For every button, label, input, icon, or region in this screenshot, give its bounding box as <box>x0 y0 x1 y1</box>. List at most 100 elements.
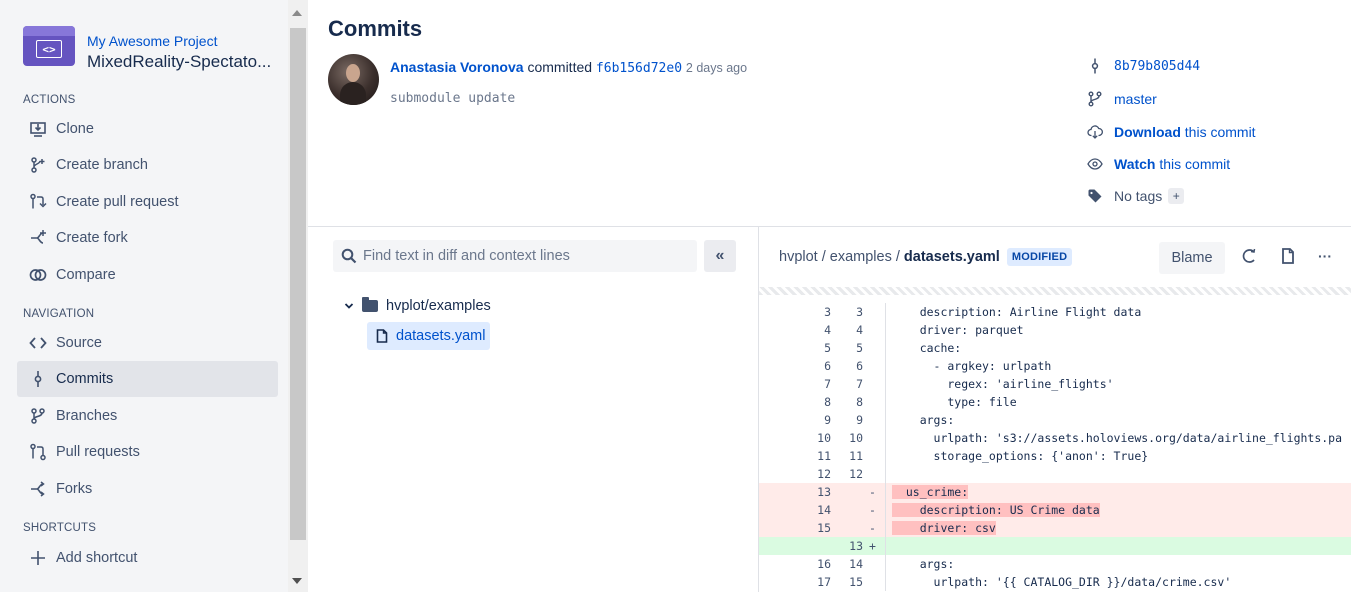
sidebar-item-create-branch[interactable]: Create branch <box>17 147 278 183</box>
old-line-number: 4 <box>824 323 831 337</box>
create-fork-icon <box>29 229 47 247</box>
repository-name[interactable]: MixedReality-Spectato... <box>87 51 271 73</box>
project-avatar[interactable]: <> <box>23 26 75 66</box>
file-name[interactable]: datasets.yaml <box>904 249 1000 265</box>
diff-hunk-separator <box>759 287 1351 295</box>
code-text: cache: <box>892 341 962 355</box>
parent-hash-link[interactable]: 8b79b805d44 <box>1114 59 1200 74</box>
diff-line[interactable]: 3 3 description: Airline Flight data <box>759 303 1351 321</box>
diff-line-code: args: <box>890 555 1351 573</box>
watch-link[interactable]: Watch <box>1114 156 1155 172</box>
tree-folder-label: hvplot/examples <box>386 298 491 314</box>
scroll-up-icon[interactable] <box>292 10 302 16</box>
new-line-number: 5 <box>856 341 863 355</box>
diff-line-removed[interactable]: 14 - description: US Crime data <box>759 501 1351 519</box>
commit-summary: Anastasia Voronova committed f6b156d72e0… <box>390 59 747 76</box>
sidebar-item-clone[interactable]: Clone <box>17 111 278 147</box>
add-shortcut-button[interactable]: Add shortcut <box>17 540 278 576</box>
side-by-side-icon[interactable] <box>1240 247 1258 265</box>
diff-line-added[interactable]: 13 + <box>759 537 1351 555</box>
add-tag-button[interactable]: + <box>1168 188 1185 204</box>
diff-line[interactable]: 17 15 urlpath: '{{ CATALOG_DIR }}/data/cr… <box>759 573 1351 591</box>
tree-file-selected[interactable]: datasets.yaml <box>367 322 490 350</box>
blame-button[interactable]: Blame <box>1159 242 1225 274</box>
diff-line[interactable]: 10 10 urlpath: 's3://assets.holoviews.org… <box>759 429 1351 447</box>
diff-line[interactable]: 4 4 driver: parquet <box>759 321 1351 339</box>
author-link[interactable]: Anastasia Voronova <box>390 59 524 75</box>
code-text: driver: csv <box>892 521 996 535</box>
sidebar-item-branches[interactable]: Branches <box>17 398 278 434</box>
tags-info: No tags + <box>1086 187 1185 205</box>
download-link[interactable]: Download <box>1114 124 1181 140</box>
view-file-icon[interactable] <box>1279 247 1297 265</box>
gutter-separator <box>885 447 886 465</box>
diff-line[interactable]: 12 12 <box>759 465 1351 483</box>
diff-line-removed[interactable]: 15 - driver: csv <box>759 519 1351 537</box>
scroll-down-icon[interactable] <box>292 578 302 584</box>
sidebar-item-compare[interactable]: Compare <box>17 257 278 293</box>
sidebar: <> My Awesome Project MixedReality-Spect… <box>0 0 288 592</box>
sidebar-item-create-pull-request[interactable]: Create pull request <box>17 184 278 220</box>
sidebar-item-pull-requests[interactable]: Pull requests <box>17 434 278 470</box>
commit-icon <box>29 370 47 388</box>
diff-line-code: driver: csv <box>890 519 1351 537</box>
search-input[interactable] <box>363 248 693 264</box>
diff-line[interactable]: 16 14 args: <box>759 555 1351 573</box>
author-avatar[interactable] <box>328 54 379 105</box>
folder-icon <box>362 297 378 312</box>
diff-file-header: hvplot / examples / datasets.yaml MODIFI… <box>759 227 1351 287</box>
diff-line-code: storage_options: {'anon': True} <box>890 447 1351 465</box>
project-name-link[interactable]: My Awesome Project <box>87 33 271 49</box>
sidebar-item-commits[interactable]: Commits <box>17 361 278 397</box>
diff-search-box[interactable] <box>333 240 697 272</box>
sidebar-item-create-fork[interactable]: Create fork <box>17 220 278 256</box>
watch-commit[interactable]: Watch this commit <box>1086 155 1230 173</box>
gutter-separator <box>885 519 886 537</box>
diff-line[interactable]: 7 7 regex: 'airline_flights' <box>759 375 1351 393</box>
collapse-file-tree-button[interactable]: « <box>704 240 736 272</box>
code-text: type: file <box>892 395 1017 409</box>
commit-hash-link[interactable]: f6b156d72e0 <box>596 61 682 76</box>
committed-text: committed <box>527 59 593 75</box>
new-line-number: 4 <box>856 323 863 337</box>
gutter-separator <box>885 429 886 447</box>
eye-icon <box>1086 155 1104 173</box>
navigation-section-title: NAVIGATION <box>23 308 95 320</box>
diff-line[interactable]: 9 9 args: <box>759 411 1351 429</box>
old-line-number: 10 <box>817 431 831 445</box>
tree-folder[interactable]: hvplot/examples <box>344 297 491 314</box>
parent-commit: 8b79b805d44 <box>1086 57 1200 75</box>
diff-line[interactable]: 8 8 type: file <box>759 393 1351 411</box>
sidebar-item-source[interactable]: Source <box>17 325 278 361</box>
download-rest-text[interactable]: this commit <box>1185 124 1256 140</box>
new-line-number: 14 <box>849 557 863 571</box>
commit-icon <box>1086 57 1104 75</box>
branch-link[interactable]: master <box>1114 91 1157 107</box>
download-commit[interactable]: Download this commit <box>1086 123 1256 141</box>
branch-info: master <box>1086 90 1157 108</box>
more-options-icon[interactable]: ··· <box>1316 247 1334 265</box>
diff-line-code: - argkey: urlpath <box>890 357 1351 375</box>
old-line-number: 7 <box>824 377 831 391</box>
diff-line[interactable]: 5 5 cache: <box>759 339 1351 357</box>
sidebar-item-forks[interactable]: Forks <box>17 471 278 507</box>
new-line-number: 13 <box>849 539 863 553</box>
sidebar-item-label: Clone <box>56 121 94 137</box>
create-branch-icon <box>29 156 47 174</box>
code-text: description: Airline Flight data <box>892 305 1142 319</box>
file-icon <box>376 329 388 343</box>
sidebar-scrollbar-thumb[interactable] <box>290 28 306 540</box>
code-text: us_crime: <box>892 485 969 499</box>
diff-line-code: type: file <box>890 393 1351 411</box>
sidebar-item-label: Add shortcut <box>56 550 138 566</box>
code-text: - argkey: urlpath <box>892 359 1052 373</box>
diff-line[interactable]: 6 6 - argkey: urlpath <box>759 357 1351 375</box>
file-path[interactable]: hvplot / examples / <box>779 249 904 265</box>
diff-line[interactable]: 11 11 storage_options: {'anon': True} <box>759 447 1351 465</box>
diff-marker: + <box>869 539 876 553</box>
diff-line-removed[interactable]: 13 - us_crime: <box>759 483 1351 501</box>
old-line-number: 17 <box>817 575 831 589</box>
gutter-separator <box>885 357 886 375</box>
old-line-number: 5 <box>824 341 831 355</box>
watch-rest-text[interactable]: this commit <box>1159 156 1230 172</box>
